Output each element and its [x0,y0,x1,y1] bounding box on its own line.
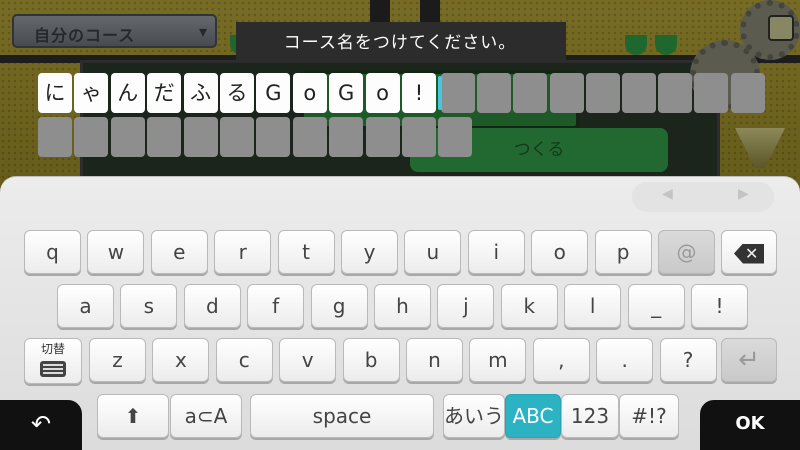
empty-cell [74,117,109,157]
symbol-mode-key[interactable]: #!? [619,394,679,438]
cursor-right-icon[interactable]: ▶ [738,186,749,202]
char-cell: G [256,73,291,113]
empty-cell [549,73,584,113]
key-row3-9[interactable]: ? [659,338,717,382]
cursor-left-icon[interactable]: ◀ [662,186,673,202]
key-row2-8[interactable]: l [564,284,622,328]
key-row3-2[interactable]: c [215,338,273,382]
key-row2-2[interactable]: d [183,284,241,328]
key-row1-7[interactable]: i [467,230,525,274]
empty-cell [730,73,765,113]
empty-cell [329,117,364,157]
backspace-icon: ✕ [734,243,764,264]
keyboard-switch-key[interactable]: 切替 [24,338,82,384]
key-row2-9[interactable]: _ [627,284,685,328]
empty-cell [147,117,182,157]
empty-cell [183,117,218,157]
empty-cell [110,117,145,157]
key-row2-1[interactable]: s [120,284,178,328]
key-row3-0[interactable]: z [89,338,146,382]
char-cell: だ [147,73,182,113]
empty-cell [658,73,693,113]
empty-cell [513,73,548,113]
empty-cell [441,73,475,113]
key-row3-6[interactable]: m [469,338,527,382]
key-row3-5[interactable]: n [406,338,463,382]
key-row1-2[interactable]: e [150,230,208,274]
char-cell: G [329,73,364,113]
key-row3-3[interactable]: v [279,338,337,382]
char-cell: o [292,73,327,113]
char-cell: o [365,73,400,113]
empty-cell [402,117,436,157]
char-cell: る [220,73,254,113]
abc-mode-key[interactable]: ABC [505,394,561,438]
key-row1-8[interactable]: o [531,230,589,274]
key-row3-7[interactable]: , [532,338,590,382]
empty-cell [365,117,400,157]
hiragana-mode-key[interactable]: あいう [443,394,505,438]
key-row1-0[interactable]: q [24,230,81,274]
case-toggle-key[interactable]: a⊂A [170,394,242,438]
empty-cell [585,73,620,113]
empty-cell [477,73,512,113]
up-arrow-icon: ⬆ [124,404,142,428]
key-row1-3[interactable]: r [214,230,272,274]
empty-cell [220,117,254,157]
empty-cell [622,73,656,113]
char-cell: ふ [183,73,218,113]
enter-icon: ↵ [738,345,760,375]
key-row2-4[interactable]: g [310,284,368,328]
char-cell: に [38,73,72,113]
key-row2-5[interactable]: h [374,284,431,328]
keyboard-icon [40,361,66,377]
key-row1-4[interactable]: t [277,230,335,274]
switch-label: 切替 [40,342,65,356]
key-row3-1[interactable]: x [152,338,210,382]
number-mode-key[interactable]: 123 [561,394,619,438]
char-cell: ! [402,73,436,113]
empty-cell [438,117,473,157]
empty-cell [292,117,327,157]
key-row1-10[interactable]: @ [658,230,715,274]
key-row2-10[interactable]: ! [691,284,748,328]
key-row2-3[interactable]: f [247,284,305,328]
back-button[interactable]: ↶ [0,400,82,450]
cursor-arrows [632,182,774,212]
key-row1-9[interactable]: p [594,230,652,274]
key-row2-7[interactable]: k [500,284,558,328]
empty-cell [256,117,291,157]
ok-button[interactable]: OK [700,400,800,450]
key-row2-6[interactable]: j [437,284,495,328]
shift-key[interactable]: ⬆ [97,394,169,438]
char-cell: ん [110,73,145,113]
empty-cell [38,117,72,157]
empty-cell [694,73,729,113]
key-row1-6[interactable]: u [404,230,462,274]
key-row1-5[interactable]: y [341,230,398,274]
backspace-key[interactable]: ✕ [721,230,777,274]
back-arrow-icon: ↶ [30,410,52,438]
prompt-text: コース名をつけてください。 [283,33,517,53]
key-row3-4[interactable]: b [342,338,400,382]
key-row3-8[interactable]: . [596,338,654,382]
key-row1-1[interactable]: w [87,230,145,274]
space-key[interactable]: space [250,394,434,438]
key-row2-0[interactable]: a [57,284,114,328]
text-caret [438,76,442,110]
char-cell: ゃ [74,73,109,113]
enter-key[interactable]: ↵ [721,338,777,382]
